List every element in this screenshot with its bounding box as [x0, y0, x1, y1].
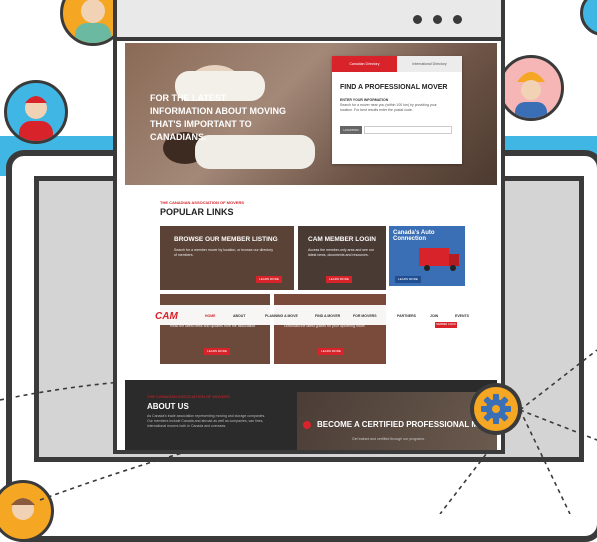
learn-more-button[interactable]: LEARN MORE: [256, 276, 282, 283]
certified-text: Get trained and certified through our pr…: [352, 437, 425, 441]
nav-item-partners[interactable]: PARTNERS: [397, 314, 416, 318]
popular-links-title: POPULAR LINKS: [160, 207, 234, 217]
card-text: Access the member-only area and see our …: [308, 248, 374, 257]
popular-eyebrow: THE CANADIAN ASSOCIATION OF MOVERS: [160, 200, 245, 205]
location-button[interactable]: LOCATION: [340, 126, 362, 134]
member-login-button[interactable]: MEMBER LOGIN: [435, 322, 457, 328]
learn-more-button[interactable]: LEARN MORE: [204, 348, 230, 355]
postal-code-input[interactable]: [364, 126, 452, 134]
ad-learn-more-button[interactable]: LEARN MORE: [395, 276, 421, 283]
nav-item-planning[interactable]: PLANNING A MOVE: [265, 314, 298, 318]
card-member-login[interactable]: CAM MEMBER LOGIN Access the member-only …: [298, 226, 386, 290]
nav-item-about[interactable]: ABOUT: [233, 314, 245, 318]
nav-item-home[interactable]: HOME: [205, 314, 216, 318]
about-title: ABOUT US: [147, 402, 189, 411]
site-navbar: CAM HOME ABOUT PLANNING A MOVE FIND A MO…: [125, 305, 497, 328]
finder-subtitle: ENTER YOUR INFORMATION: [340, 98, 389, 102]
browser-window: For the latest information about moving …: [113, 0, 505, 454]
tab-international-directory[interactable]: International Directory: [397, 56, 462, 72]
learn-more-button[interactable]: LEARN MORE: [326, 276, 352, 283]
about-eyebrow: THE CANADIAN ASSOCIATION OF MOVERS: [147, 394, 230, 399]
card-title: BROWSE OUR MEMBER LISTING: [174, 236, 278, 243]
nav-item-find-mover[interactable]: FIND A MOVER: [315, 314, 340, 318]
nav-item-join[interactable]: JOIN: [430, 314, 438, 318]
finder-title: FIND A PROFESSIONAL MOVER: [340, 84, 448, 91]
mover-finder-panel: Canadian Directory International Directo…: [332, 56, 462, 164]
about-text: As Canada's trade association representi…: [147, 414, 266, 428]
auto-connection-ad[interactable]: Canada's Auto Connection LEARN MORE: [389, 226, 465, 286]
card-text: Search for a member mover by location, o…: [174, 248, 274, 257]
tab-canadian-directory[interactable]: Canadian Directory: [332, 56, 397, 72]
card-browse-members[interactable]: BROWSE OUR MEMBER LISTING Search for a m…: [160, 226, 294, 290]
hero-headline: For the latest information about moving …: [150, 93, 286, 142]
window-control-dot[interactable]: [433, 15, 442, 24]
window-control-dot[interactable]: [453, 15, 462, 24]
nav-item-events[interactable]: EVENTS: [455, 314, 469, 318]
certified-bullet-icon: [303, 421, 311, 429]
gear-icon: [470, 383, 522, 435]
window-control-dot[interactable]: [413, 15, 422, 24]
nav-item-for-movers[interactable]: FOR MOVERS: [353, 314, 377, 318]
finder-description: Search for a mover near you (within 100 …: [340, 103, 437, 112]
cam-logo[interactable]: CAM: [155, 311, 178, 322]
learn-more-button[interactable]: LEARN MORE: [318, 348, 344, 355]
truck-icon: [419, 248, 459, 271]
card-title: CAM MEMBER LOGIN: [308, 236, 376, 243]
settings-gear-icon: [481, 394, 511, 424]
ad-title: Canada's Auto Connection: [393, 230, 435, 242]
browser-titlebar: [117, 0, 501, 41]
